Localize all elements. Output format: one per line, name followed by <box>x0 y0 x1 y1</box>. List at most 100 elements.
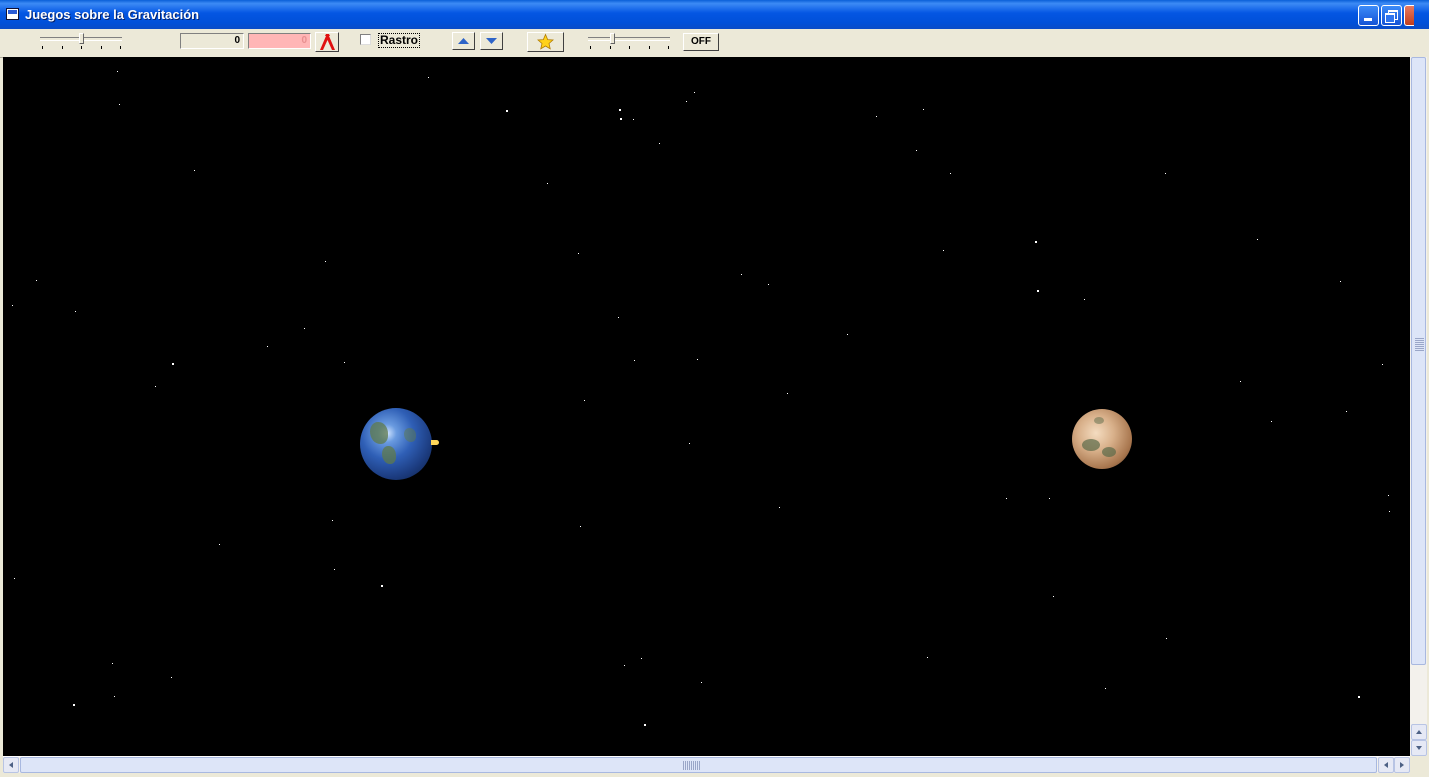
background-star <box>697 359 698 360</box>
background-star <box>634 360 635 361</box>
scroll-down-icon <box>1416 746 1422 750</box>
background-star <box>114 696 115 697</box>
window-title: Juegos sobre la Gravitación <box>25 7 200 22</box>
counter-field[interactable]: 0 <box>180 33 244 49</box>
off-toggle-button[interactable]: OFF <box>683 33 719 51</box>
restore-button[interactable] <box>1381 5 1402 26</box>
close-button[interactable] <box>1404 5 1414 26</box>
background-star <box>701 682 702 683</box>
background-star <box>334 569 335 570</box>
background-star <box>267 346 268 347</box>
title-bar[interactable]: Juegos sobre la Gravitación <box>0 0 1429 29</box>
background-star <box>644 724 646 726</box>
background-star <box>950 173 951 174</box>
background-star <box>787 393 788 394</box>
horizontal-scrollbar[interactable] <box>3 756 1410 773</box>
background-star <box>547 183 548 184</box>
background-star <box>1257 239 1258 240</box>
background-star <box>73 704 75 706</box>
background-star <box>1346 411 1347 412</box>
background-star <box>641 658 642 659</box>
red-caret-icon <box>320 34 335 50</box>
background-star <box>580 526 581 527</box>
background-star <box>1165 173 1166 174</box>
background-star <box>1035 241 1037 243</box>
background-star <box>36 280 37 281</box>
background-star <box>876 116 877 117</box>
background-star <box>633 119 634 120</box>
background-star <box>624 665 625 666</box>
simulation-canvas[interactable] <box>3 57 1410 756</box>
scroll-left-button[interactable] <box>3 757 19 773</box>
background-star <box>304 328 305 329</box>
background-star <box>1166 638 1167 639</box>
background-star <box>1084 299 1085 300</box>
background-star <box>219 544 220 545</box>
background-star <box>171 677 172 678</box>
spaceship-icon[interactable] <box>431 440 439 445</box>
background-star <box>1006 498 1007 499</box>
background-star <box>686 101 687 102</box>
background-star <box>194 170 195 171</box>
mars-planet[interactable] <box>1072 409 1132 469</box>
background-star <box>381 585 383 587</box>
star-button[interactable] <box>527 32 564 52</box>
vertical-scroll-thumb[interactable] <box>1411 57 1426 665</box>
horizontal-scroll-thumb[interactable] <box>20 757 1377 773</box>
background-star <box>1105 688 1106 689</box>
background-star <box>117 71 118 72</box>
up-arrow-icon <box>458 38 469 44</box>
background-star <box>578 253 579 254</box>
speed-slider-thumb[interactable] <box>79 33 84 44</box>
down-button[interactable] <box>480 32 503 50</box>
scroll-down-button[interactable] <box>1411 740 1427 756</box>
background-star <box>428 77 429 78</box>
reset-button[interactable] <box>315 32 339 52</box>
background-star <box>506 110 508 112</box>
background-star <box>14 578 15 579</box>
background-star <box>1389 511 1390 512</box>
background-star <box>1388 495 1389 496</box>
minimize-icon <box>1364 18 1372 21</box>
background-star <box>923 109 924 110</box>
background-star <box>344 362 345 363</box>
scroll-left-icon <box>9 762 13 768</box>
scroll-left-end-icon <box>1384 762 1388 768</box>
vertical-scrollbar[interactable] <box>1410 57 1427 756</box>
background-star <box>1382 364 1383 365</box>
background-star <box>916 150 917 151</box>
background-star <box>741 274 742 275</box>
pink-value-field[interactable]: 0 <box>248 33 311 49</box>
minimize-button[interactable] <box>1358 5 1379 26</box>
scroll-left-end-button[interactable] <box>1378 757 1394 773</box>
scroll-right-button[interactable] <box>1394 757 1410 773</box>
background-star <box>1358 696 1360 698</box>
scroll-up-button[interactable] <box>1411 724 1427 740</box>
background-star <box>620 118 622 120</box>
background-star <box>1049 498 1050 499</box>
mass-slider-thumb[interactable] <box>610 33 615 44</box>
background-star <box>768 284 769 285</box>
background-star <box>779 507 780 508</box>
app-icon[interactable] <box>6 8 19 20</box>
background-star <box>1340 281 1341 282</box>
speed-slider[interactable] <box>40 33 124 51</box>
down-arrow-icon <box>486 38 497 44</box>
background-star <box>155 386 156 387</box>
background-star <box>1271 421 1272 422</box>
background-star <box>1037 290 1039 292</box>
background-star <box>659 143 660 144</box>
background-star <box>172 363 174 365</box>
background-star <box>618 317 619 318</box>
scroll-right-icon <box>1400 762 1404 768</box>
up-button[interactable] <box>452 32 475 50</box>
mass-slider[interactable] <box>588 33 672 51</box>
background-star <box>112 663 113 664</box>
background-star <box>927 657 928 658</box>
background-star <box>689 443 690 444</box>
trail-label[interactable]: Rastro <box>378 33 421 48</box>
trail-checkbox[interactable] <box>360 34 371 45</box>
earth-planet[interactable] <box>360 408 432 480</box>
background-star <box>75 311 76 312</box>
background-star <box>12 305 13 306</box>
